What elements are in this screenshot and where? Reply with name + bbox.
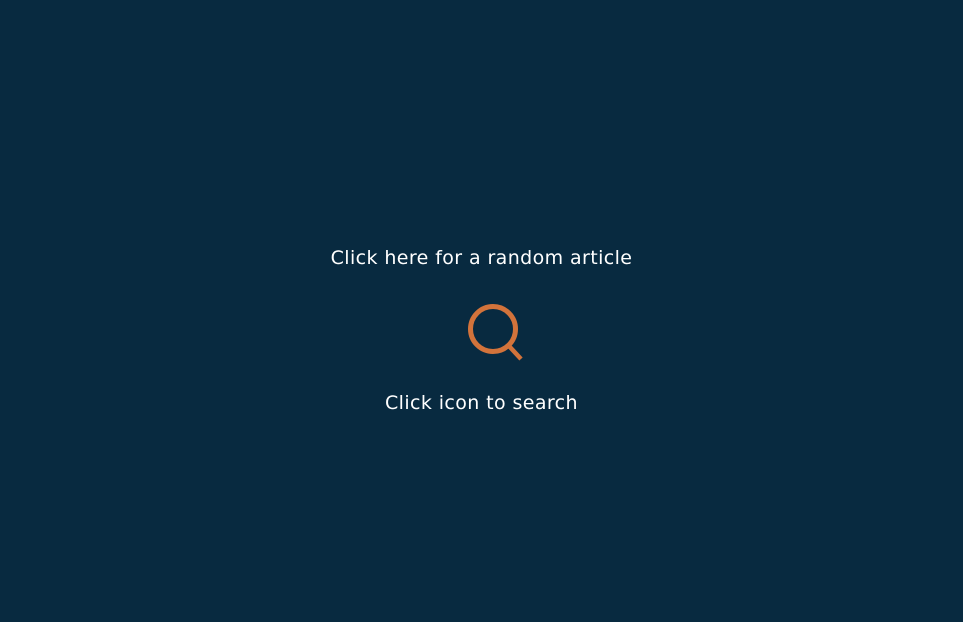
- random-article-link[interactable]: Click here for a random article: [0, 245, 963, 271]
- app-root: Click here for a random article Click ic…: [0, 0, 963, 622]
- search-icon[interactable]: [467, 303, 525, 365]
- search-icon-graphic: [468, 304, 523, 361]
- search-hint: Click icon to search: [385, 392, 578, 414]
